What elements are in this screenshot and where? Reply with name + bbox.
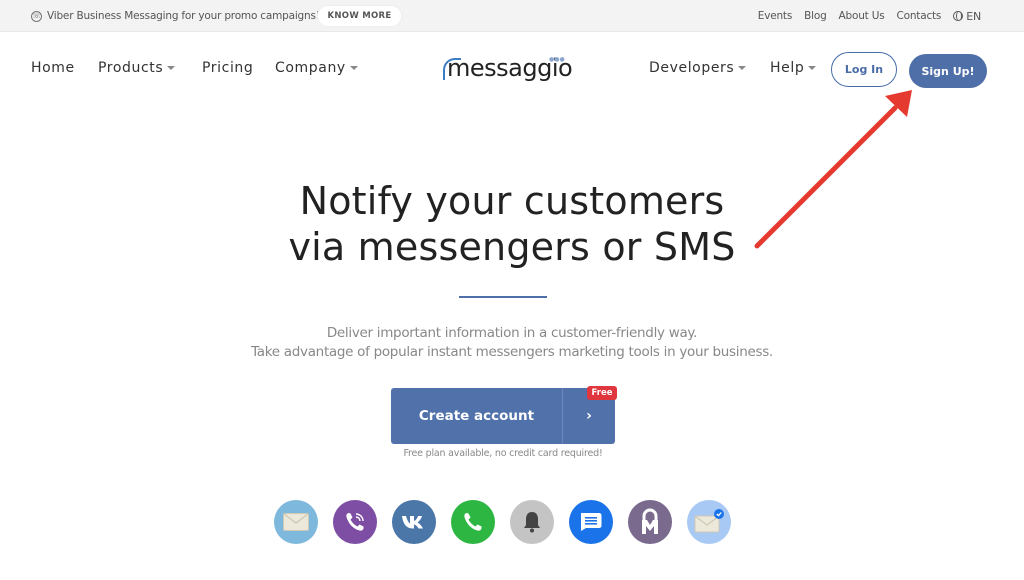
chevron-down-icon <box>349 66 358 70</box>
vk-icon <box>402 516 423 529</box>
envelope-icon <box>283 513 309 531</box>
hero-subtitle-line-2: Take advantage of popular instant messen… <box>251 344 773 360</box>
nav-company[interactable]: Company <box>275 60 358 76</box>
language-label: EN <box>966 9 981 23</box>
nav-developers[interactable]: Developers <box>649 60 747 76</box>
hero-title-line-1: Notify your customers <box>299 179 725 223</box>
top-link-about-us[interactable]: About Us <box>839 10 885 22</box>
bell-icon <box>524 512 540 533</box>
top-link-contacts[interactable]: Contacts <box>896 10 941 22</box>
top-links: Events Blog About Us Contacts EN <box>758 0 981 32</box>
nav-company-label: Company <box>275 60 346 76</box>
promo-text: Viber Business Messaging for your promo … <box>47 10 320 22</box>
top-link-blog[interactable]: Blog <box>804 10 827 22</box>
viber-icon <box>346 513 364 531</box>
chevron-down-icon <box>808 66 817 70</box>
promo-message: ☏ Viber Business Messaging for your prom… <box>31 0 320 32</box>
logo-text: messaggio ●●● <box>443 54 573 82</box>
channel-email[interactable] <box>274 500 318 544</box>
create-account-button[interactable]: Create account › <box>391 388 615 444</box>
nav-help[interactable]: Help <box>770 60 817 76</box>
lock-m-icon <box>642 508 658 534</box>
message-icon <box>581 513 602 531</box>
chevron-down-icon <box>738 66 747 70</box>
cta-note: Free plan available, no credit card requ… <box>403 448 603 459</box>
channel-mail-ru[interactable] <box>628 500 672 544</box>
top-promo-bar: ☏ Viber Business Messaging for your prom… <box>0 0 1024 32</box>
nav-products-label: Products <box>98 60 164 76</box>
nav-pricing-label: Pricing <box>202 60 254 76</box>
hero-title-line-2: via messengers or SMS <box>288 225 736 269</box>
phone-icon <box>464 513 482 531</box>
login-button[interactable]: Log In <box>831 52 897 87</box>
globe-icon <box>953 11 964 21</box>
channel-icons <box>274 500 731 544</box>
nav-help-label: Help <box>770 60 805 76</box>
channel-push[interactable] <box>510 500 554 544</box>
hero-subtitle: Deliver important information in a custo… <box>0 324 1024 362</box>
nav-pricing[interactable]: Pricing <box>202 60 253 76</box>
channel-rcs[interactable] <box>569 500 613 544</box>
hero-subtitle-line-1: Deliver important information in a custo… <box>326 325 698 341</box>
main-nav: Home Products Pricing Company messaggio … <box>0 32 1024 106</box>
nav-products[interactable]: Products <box>98 60 176 76</box>
verified-envelope-icon <box>694 509 724 533</box>
logo[interactable]: messaggio ●●● <box>443 51 573 85</box>
channel-verified-email[interactable] <box>687 500 731 544</box>
chevron-down-icon <box>167 66 176 70</box>
viber-icon: ☏ <box>31 10 42 22</box>
nav-home-label: Home <box>31 60 75 76</box>
hero-divider <box>459 296 547 298</box>
hero-title: Notify your customers via messengers or … <box>0 178 1024 270</box>
create-account-label: Create account <box>418 408 535 424</box>
nav-developers-label: Developers <box>649 60 735 76</box>
channel-whatsapp[interactable] <box>451 500 495 544</box>
signup-button[interactable]: Sign Up! <box>909 54 987 88</box>
logo-dots: ●●● <box>549 56 565 63</box>
top-link-events[interactable]: Events <box>758 10 793 22</box>
speech-bubble-icon <box>443 58 461 80</box>
channel-viber[interactable] <box>333 500 377 544</box>
channel-vk[interactable] <box>392 500 436 544</box>
nav-home[interactable]: Home <box>31 60 75 76</box>
know-more-button[interactable]: KNOW MORE <box>317 5 402 27</box>
language-selector[interactable]: EN <box>953 10 981 23</box>
free-badge: Free <box>587 386 617 400</box>
